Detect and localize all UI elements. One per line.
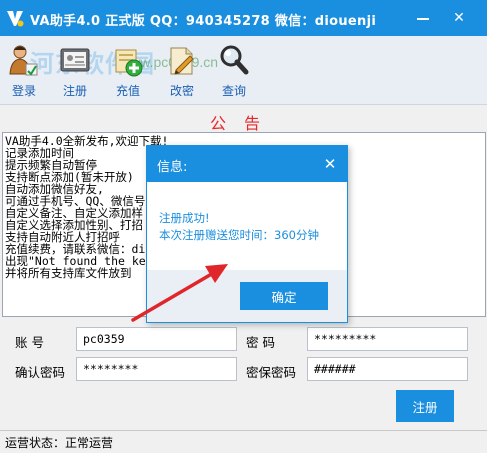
password-input[interactable]: [307, 327, 468, 351]
account-label: 账 号: [15, 335, 44, 350]
title-bar[interactable]: VA助手4.0 正式版 QQ：940345278 微信：diouenji ✕: [0, 0, 487, 36]
app-logo-icon: [7, 11, 24, 27]
toolbar-recharge-button[interactable]: 充值: [107, 42, 149, 102]
toolbar-query-button[interactable]: 查询: [213, 42, 255, 102]
dialog-close-button[interactable]: ✕: [319, 152, 341, 176]
dialog-ok-button[interactable]: 确定: [240, 282, 328, 310]
toolbar-login-label: 登录: [11, 84, 36, 98]
minimize-icon: [417, 18, 429, 20]
status-text: 运营状态：正常运营: [5, 436, 114, 450]
info-dialog: 信息: ✕ 注册成功! 本次注册赠送您时间：360分钟 确定: [146, 145, 348, 323]
toolbar-query-label: 查询: [221, 84, 246, 98]
toolbar-register-button[interactable]: 注册: [54, 42, 96, 102]
security-password-label: 密保密码: [246, 365, 297, 380]
dialog-title: 信息:: [157, 160, 188, 175]
recharge-plus-icon: [115, 49, 143, 77]
account-input[interactable]: [76, 327, 237, 351]
magnifier-icon: [220, 45, 249, 75]
confirm-password-label: 确认密码: [15, 365, 66, 380]
toolbar-change-password-label: 改密: [169, 84, 194, 98]
status-bar: 运营状态：正常运营: [0, 430, 487, 453]
register-button[interactable]: 注册: [396, 390, 454, 422]
password-label: 密 码: [246, 335, 275, 350]
close-button[interactable]: ✕: [446, 6, 472, 30]
toolbar-recharge-label: 充值: [115, 84, 140, 98]
dialog-message-success: 注册成功!: [159, 211, 210, 225]
confirm-password-input[interactable]: [76, 357, 237, 381]
dialog-message-bonus: 本次注册赠送您时间：360分钟: [159, 228, 319, 242]
security-password-input[interactable]: [307, 357, 468, 381]
user-login-icon: [9, 45, 38, 76]
announcement-title: 公告: [210, 114, 279, 133]
toolbar: 河东软件园 www.pc0359.cn 登录 注册 充值 改密 查询: [0, 36, 487, 105]
toolbar-login-button[interactable]: 登录: [3, 42, 45, 102]
announcement-line: 并将所有支持库文件放到: [5, 266, 132, 280]
window-title: VA助手4.0 正式版 QQ：940345278 微信：diouenji: [30, 14, 377, 29]
minimize-button[interactable]: [410, 6, 436, 30]
toolbar-change-password-button[interactable]: 改密: [161, 42, 203, 102]
dialog-footer: 确定: [147, 270, 347, 322]
register-card-icon: [60, 48, 90, 72]
toolbar-register-label: 注册: [62, 84, 87, 98]
app-window: VA助手4.0 正式版 QQ：940345278 微信：diouenji ✕ 河…: [0, 0, 487, 453]
dialog-header[interactable]: 信息: ✕: [147, 146, 347, 182]
edit-document-icon: [170, 47, 194, 75]
